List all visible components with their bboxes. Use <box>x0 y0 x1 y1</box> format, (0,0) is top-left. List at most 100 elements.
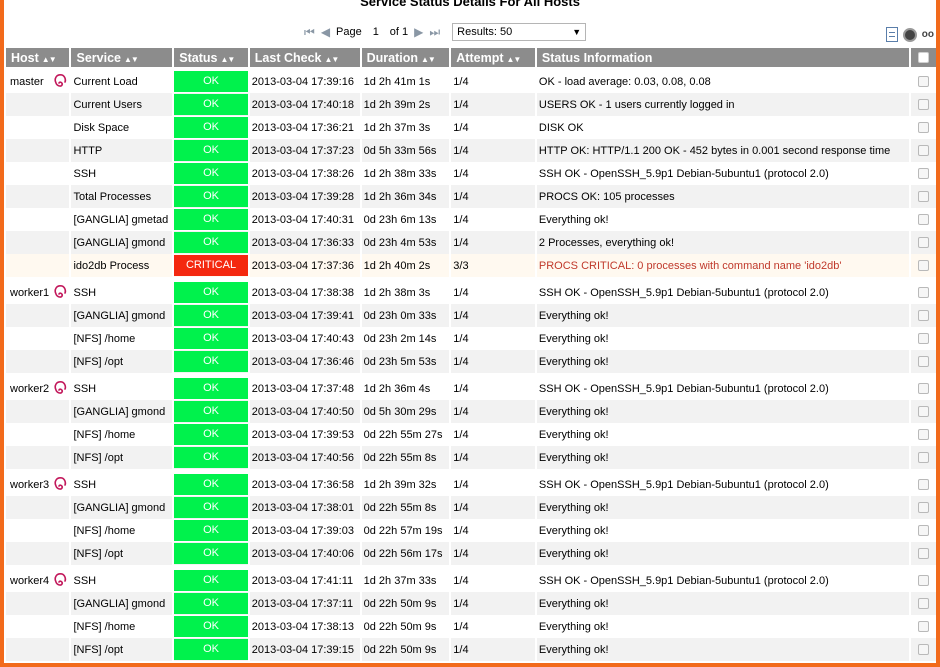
row-select-checkbox[interactable] <box>917 310 929 321</box>
page-label: Page <box>336 26 362 38</box>
service-cell[interactable]: [GANGLIA] gmond <box>71 496 173 519</box>
service-cell[interactable]: [GANGLIA] gmond <box>71 231 173 254</box>
row-select-checkbox[interactable] <box>917 452 929 463</box>
host-name-link[interactable]: worker2 <box>10 383 49 395</box>
row-select-checkbox[interactable] <box>917 621 929 632</box>
row-select-checkbox[interactable] <box>917 287 929 298</box>
row-select-checkbox[interactable] <box>917 479 929 490</box>
host-cell[interactable]: worker4 <box>6 565 70 592</box>
duration-cell: 1d 2h 37m 33s <box>361 565 450 592</box>
next-page-icon[interactable]: ▶ <box>414 26 423 38</box>
host-cell <box>6 139 70 162</box>
prev-page-icon[interactable]: ◀ <box>321 26 330 38</box>
service-cell[interactable]: ido2db Process <box>71 254 173 277</box>
host-cell[interactable]: worker3 <box>6 469 70 496</box>
host-name-link[interactable]: worker3 <box>10 479 49 491</box>
service-cell[interactable]: [NFS] /opt <box>71 350 173 373</box>
row-select-checkbox[interactable] <box>917 575 929 586</box>
select-cell <box>910 373 936 400</box>
column-header-attempt[interactable]: Attempt ▲▼ <box>451 48 535 70</box>
row-select-checkbox[interactable] <box>917 406 929 417</box>
service-cell[interactable]: HTTP <box>71 139 173 162</box>
row-select-checkbox[interactable] <box>917 502 929 513</box>
row-select-checkbox[interactable] <box>917 333 929 344</box>
service-cell[interactable]: [NFS] /home <box>71 327 173 350</box>
select-all-checkbox[interactable] <box>917 52 929 63</box>
service-cell[interactable]: Total Processes <box>71 185 173 208</box>
status-cell: OK <box>174 638 248 661</box>
service-cell[interactable]: Current Users <box>71 93 173 116</box>
row-select-checkbox[interactable] <box>917 191 929 202</box>
row-select-checkbox[interactable] <box>917 260 929 271</box>
row-select-checkbox[interactable] <box>917 598 929 609</box>
host-name-link[interactable]: master <box>10 76 44 88</box>
service-cell[interactable]: SSH <box>71 373 173 400</box>
status-badge: OK <box>174 543 248 564</box>
row-select-checkbox[interactable] <box>917 76 929 87</box>
service-cell[interactable]: Disk Space <box>71 116 173 139</box>
row-select-checkbox[interactable] <box>917 429 929 440</box>
service-cell[interactable]: SSH <box>71 565 173 592</box>
row-select-checkbox[interactable] <box>917 145 929 156</box>
status-badge: OK <box>174 209 248 230</box>
service-cell[interactable]: [NFS] /home <box>71 423 173 446</box>
column-header-status[interactable]: Status ▲▼ <box>174 48 248 70</box>
row-select-checkbox[interactable] <box>917 356 929 367</box>
row-select-checkbox[interactable] <box>917 99 929 110</box>
sort-icon[interactable]: ▲▼ <box>421 55 436 64</box>
service-cell[interactable]: Current Load <box>71 70 173 93</box>
refresh-icon[interactable] <box>902 27 917 42</box>
status-cell: OK <box>174 519 248 542</box>
row-select-checkbox[interactable] <box>917 168 929 179</box>
host-cell[interactable]: worker1 <box>6 277 70 304</box>
service-cell[interactable]: [GANGLIA] gmond <box>71 304 173 327</box>
column-header-host[interactable]: Host ▲▼ <box>6 48 70 70</box>
service-cell[interactable]: [NFS] /home <box>71 519 173 542</box>
row-select-checkbox[interactable] <box>917 237 929 248</box>
column-header-last-check[interactable]: Last Check ▲▼ <box>249 48 360 70</box>
column-header-status-info[interactable]: Status Information <box>536 48 909 70</box>
sort-icon[interactable]: ▲▼ <box>42 55 57 64</box>
attempt-cell: 1/4 <box>451 373 535 400</box>
sort-icon[interactable]: ▲▼ <box>325 55 340 64</box>
service-cell[interactable]: SSH <box>71 162 173 185</box>
more-icon[interactable]: oo <box>922 29 934 40</box>
row-select-checkbox[interactable] <box>917 214 929 225</box>
debian-swirl-icon <box>54 477 67 490</box>
column-header-service[interactable]: Service ▲▼ <box>71 48 173 70</box>
sort-icon[interactable]: ▲▼ <box>124 55 139 64</box>
host-cell[interactable]: master <box>6 70 70 93</box>
row-select-checkbox[interactable] <box>917 383 929 394</box>
service-cell[interactable]: [NFS] /home <box>71 615 173 638</box>
row-select-checkbox[interactable] <box>917 122 929 133</box>
document-icon[interactable] <box>885 27 898 42</box>
sort-icon[interactable]: ▲▼ <box>220 55 235 64</box>
service-cell[interactable]: SSH <box>71 469 173 496</box>
first-page-icon[interactable]: ⏮ <box>304 26 315 38</box>
attempt-cell: 1/4 <box>451 231 535 254</box>
service-cell[interactable]: [GANGLIA] gmetad <box>71 208 173 231</box>
status-info-cell: Everything ok! <box>536 446 909 469</box>
row-select-checkbox[interactable] <box>917 525 929 536</box>
results-per-page-select[interactable]: Results: 50 ▼ <box>452 23 587 41</box>
sort-icon[interactable]: ▲▼ <box>507 55 522 64</box>
service-cell[interactable]: [NFS] /opt <box>71 638 173 661</box>
service-cell[interactable]: [NFS] /opt <box>71 542 173 565</box>
row-select-checkbox[interactable] <box>917 644 929 655</box>
host-cell <box>6 542 70 565</box>
host-name-link[interactable]: worker4 <box>10 575 49 587</box>
host-name-link[interactable]: worker1 <box>10 287 49 299</box>
last-check-cell: 2013-03-04 17:40:50 <box>249 400 360 423</box>
service-cell[interactable]: [GANGLIA] gmond <box>71 592 173 615</box>
column-header-duration[interactable]: Duration ▲▼ <box>361 48 450 70</box>
attempt-cell: 1/4 <box>451 615 535 638</box>
host-cell <box>6 592 70 615</box>
host-cell[interactable]: worker2 <box>6 373 70 400</box>
last-page-icon[interactable]: ⏭ <box>429 26 440 38</box>
service-cell[interactable]: SSH <box>71 277 173 304</box>
service-cell[interactable]: [NFS] /opt <box>71 446 173 469</box>
row-select-checkbox[interactable] <box>917 548 929 559</box>
select-cell <box>910 116 936 139</box>
page-number-input[interactable] <box>367 24 384 40</box>
service-cell[interactable]: [GANGLIA] gmond <box>71 400 173 423</box>
